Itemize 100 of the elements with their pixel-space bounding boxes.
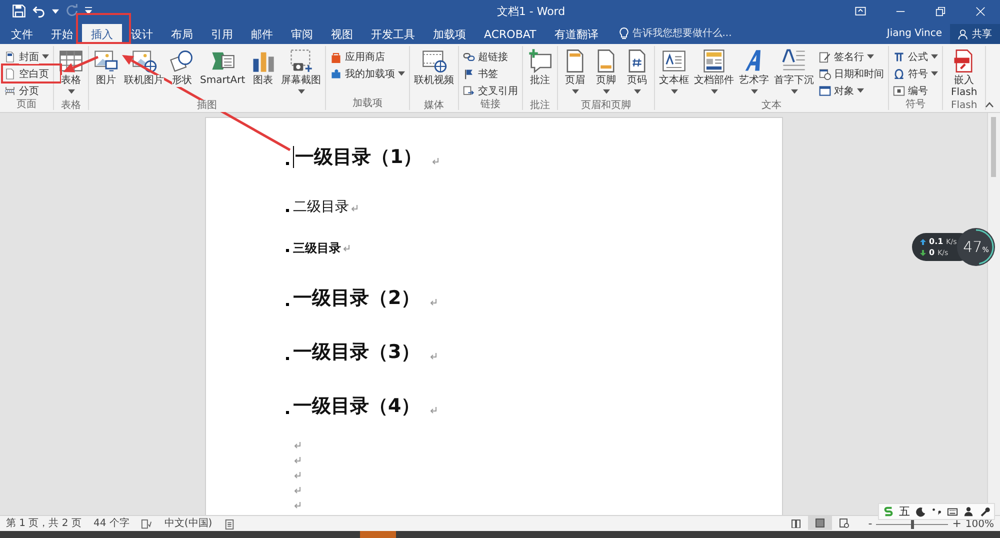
ribbon-button[interactable]: 签名行 — [817, 48, 886, 65]
ribbon-tab[interactable]: 插入 — [82, 24, 122, 44]
undo-icon — [32, 4, 46, 18]
ribbon-button[interactable]: 公式 — [891, 48, 940, 65]
ribbon-button[interactable]: 文档部件 — [692, 48, 736, 100]
ribbon-button[interactable]: 页码 — [622, 48, 652, 100]
format-mark-icon — [286, 162, 289, 165]
ribbon-button[interactable]: 图表 — [248, 48, 278, 100]
heading: 一级目录（3） — [293, 341, 420, 363]
print-layout-button[interactable] — [808, 516, 832, 530]
shapes-icon — [169, 48, 195, 74]
caret-icon — [52, 8, 59, 14]
ribbon-button[interactable]: 形状 — [167, 48, 197, 100]
print-layout-icon — [815, 518, 826, 528]
subheading: 三级目录 — [293, 241, 341, 255]
punctuation-icon — [931, 506, 942, 517]
zoom-out-button[interactable]: - — [868, 518, 872, 530]
shopping-bag-icon — [330, 50, 342, 62]
chevron-up-icon — [985, 102, 994, 108]
ribbon-button[interactable]: SmartArt — [198, 48, 248, 100]
undo-button[interactable] — [32, 4, 46, 18]
ribbon-tab[interactable]: 有道翻译 — [545, 24, 608, 44]
ribbon-tab[interactable]: 审阅 — [282, 24, 322, 44]
ribbon-button[interactable]: 图片 — [91, 48, 121, 100]
film-globe-icon — [421, 48, 448, 74]
flag-icon — [463, 68, 476, 80]
ribbon-tab[interactable]: 文件 — [2, 24, 42, 44]
puzzle-icon — [330, 68, 342, 80]
ribbon-tab[interactable]: 视图 — [322, 24, 362, 44]
link-icon — [463, 50, 476, 62]
person-icon — [963, 506, 974, 517]
ribbon-button[interactable]: 对象 — [817, 82, 886, 99]
heading: 一级目录（2） — [293, 287, 420, 309]
search-field[interactable]: 告诉我您想要做什么... — [632, 28, 752, 38]
save-icon — [12, 4, 26, 18]
ribbon-button[interactable]: 表格 — [56, 48, 86, 100]
ribbon-tab[interactable]: 加载项 — [424, 24, 475, 44]
input-mode[interactable]: 五 — [899, 504, 910, 519]
format-mark-icon — [286, 303, 289, 306]
ribbon-tab[interactable]: 设计 — [122, 24, 162, 44]
scroll-thumb[interactable] — [991, 117, 996, 177]
ime-logo-icon — [883, 506, 894, 517]
annotation-box — [76, 13, 131, 44]
share-button[interactable]: 共享 — [950, 24, 1000, 44]
ribbon-tab[interactable]: 引用 — [202, 24, 242, 44]
ribbon-button[interactable]: 联机视频 — [412, 48, 456, 100]
ribbon-tab[interactable]: 邮件 — [242, 24, 282, 44]
ribbon-button[interactable]: 封面 — [2, 48, 51, 65]
ribbon-button[interactable]: 页眉 — [560, 48, 590, 100]
restore-icon — [934, 6, 946, 16]
ribbon-tab[interactable]: 开始 — [42, 24, 82, 44]
ribbon-button[interactable]: 页脚 — [591, 48, 622, 100]
word-count: 44 个字 — [93, 516, 130, 530]
window-title: 文档1 - Word — [496, 4, 566, 18]
ribbon-tab[interactable]: 布局 — [162, 24, 202, 44]
customize-button[interactable] — [85, 8, 92, 14]
picture-icon — [93, 48, 119, 74]
vertical-scrollbar[interactable] — [987, 113, 1000, 515]
heading: 一级目录（1） — [295, 146, 422, 168]
ribbon-button[interactable]: 超链接 — [461, 48, 520, 65]
ribbon-button[interactable]: 屏幕截图 — [279, 48, 324, 100]
ribbon-button[interactable]: 文本框 — [657, 48, 692, 100]
caret-icon — [85, 7, 92, 15]
page-count: 第 1 页，共 2 页 — [6, 516, 82, 530]
save-button[interactable] — [12, 4, 26, 18]
ribbon-button[interactable]: 分页 — [2, 82, 51, 99]
heading: 二级目录 — [293, 199, 349, 215]
ribbon-button[interactable]: 嵌入 Flash — [945, 48, 984, 100]
ribbon-button[interactable]: 批注 — [525, 48, 556, 100]
zoom-in-button[interactable]: + — [952, 518, 962, 530]
ribbon-button[interactable]: 艺术字 — [737, 48, 772, 100]
quick-parts-icon — [701, 48, 728, 74]
ribbon-button[interactable]: 应用商店 — [328, 48, 408, 65]
annotation-arrow — [63, 56, 98, 72]
ribbon-tab[interactable]: ACROBAT — [475, 24, 546, 44]
keyboard-icon — [947, 506, 958, 517]
screenshot-icon — [288, 48, 314, 74]
blank-page-icon — [4, 68, 16, 80]
web-layout-icon — [839, 518, 850, 528]
proofing-icon — [141, 519, 152, 530]
format-mark-icon — [286, 411, 289, 414]
zoom-level: 100% — [965, 518, 994, 530]
ribbon-button[interactable]: 符号 — [891, 65, 940, 82]
speed-value: 0.1 — [929, 237, 944, 246]
ribbon-button[interactable]: 书签 — [461, 65, 520, 82]
read-mode-icon — [791, 518, 802, 528]
user-name: Jiang Vince — [886, 26, 943, 40]
slider-thumb[interactable] — [911, 520, 914, 528]
calendar-clock-icon — [819, 68, 832, 80]
ribbon-button[interactable]: 首字下沉 — [772, 48, 816, 100]
numbering-icon — [893, 84, 906, 96]
ribbon-button[interactable]: 联机图片 — [122, 48, 166, 100]
format-mark-icon — [286, 209, 289, 212]
collapse-ribbon-button[interactable] — [985, 102, 994, 108]
ribbon-button[interactable]: 编号 — [891, 82, 940, 99]
ribbon-tab[interactable]: 开发工具 — [362, 24, 424, 44]
ribbon-display-options-icon — [854, 6, 866, 16]
redo-icon — [65, 4, 79, 18]
annotation-box — [1, 64, 62, 84]
download-arrow-icon — [920, 250, 926, 256]
